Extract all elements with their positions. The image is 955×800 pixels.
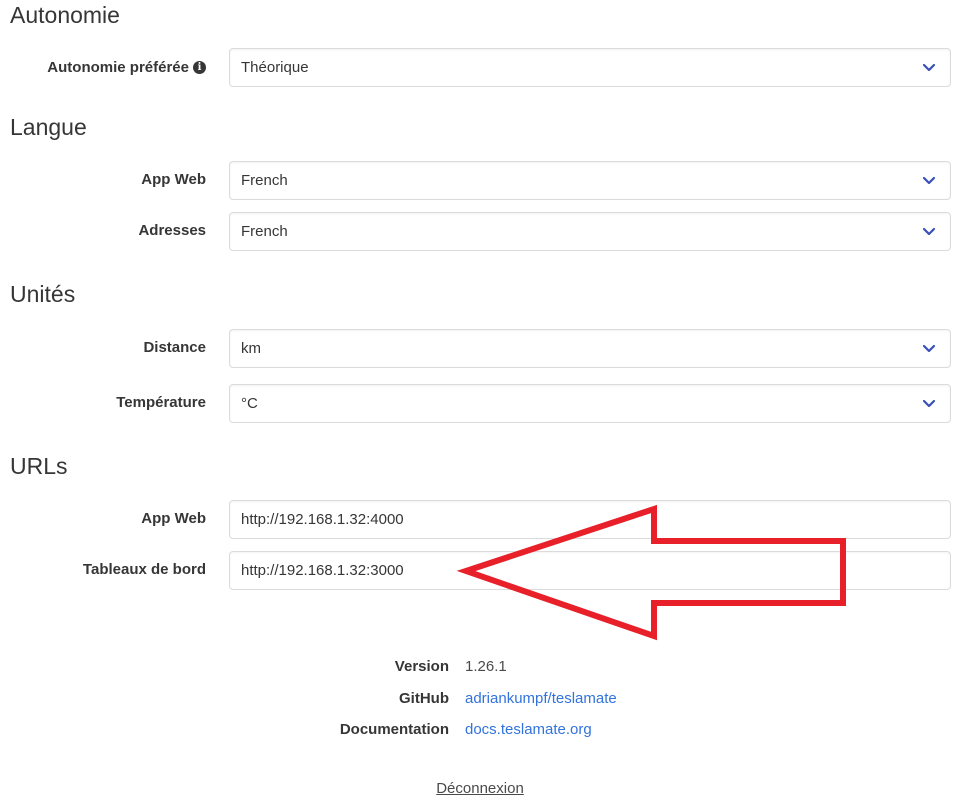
urls-dashboards-value: http://192.168.1.32:3000 — [241, 562, 404, 579]
language-addresses-select[interactable]: French — [229, 212, 951, 251]
documentation-label: Documentation — [339, 721, 449, 738]
units-temperature-value: °C — [241, 395, 258, 412]
urls-web-app-input[interactable]: http://192.168.1.32:4000 — [229, 500, 951, 539]
settings-page: Autonomie Autonomie préférée i Théorique… — [0, 0, 955, 800]
units-distance-value: km — [241, 340, 261, 357]
github-link[interactable]: adriankumpf/teslamate — [465, 690, 617, 707]
preferred-range-label-text: Autonomie préférée — [47, 59, 189, 76]
section-title-units: Unités — [10, 281, 76, 307]
version-label: Version — [394, 658, 449, 675]
urls-web-app-value: http://192.168.1.32:4000 — [241, 511, 404, 528]
chevron-down-icon — [922, 399, 936, 407]
units-temperature-label: Température — [116, 394, 206, 411]
section-title-urls: URLs — [10, 453, 68, 479]
chevron-down-icon — [922, 344, 936, 352]
logout-link[interactable]: Déconnexion — [0, 780, 955, 797]
preferred-range-value: Théorique — [241, 59, 309, 76]
urls-web-app-label: App Web — [141, 510, 206, 527]
units-distance-label: Distance — [143, 339, 206, 356]
chevron-down-icon — [922, 63, 936, 71]
language-web-app-select[interactable]: French — [229, 161, 951, 200]
version-value: 1.26.1 — [465, 658, 507, 675]
language-addresses-value: French — [241, 223, 288, 240]
chevron-down-icon — [922, 227, 936, 235]
chevron-down-icon — [922, 176, 936, 184]
info-icon[interactable]: i — [193, 61, 206, 74]
documentation-link[interactable]: docs.teslamate.org — [465, 721, 592, 738]
section-title-language: Langue — [10, 114, 87, 140]
github-label: GitHub — [399, 690, 449, 707]
language-web-app-value: French — [241, 172, 288, 189]
urls-dashboards-label: Tableaux de bord — [82, 561, 206, 578]
preferred-range-label: Autonomie préférée i — [47, 59, 206, 76]
section-title-range: Autonomie — [10, 2, 120, 28]
units-distance-select[interactable]: km — [229, 329, 951, 368]
language-addresses-label: Adresses — [138, 222, 206, 239]
urls-dashboards-input[interactable]: http://192.168.1.32:3000 — [229, 551, 951, 590]
language-web-app-label: App Web — [141, 171, 206, 188]
units-temperature-select[interactable]: °C — [229, 384, 951, 423]
preferred-range-select[interactable]: Théorique — [229, 48, 951, 87]
